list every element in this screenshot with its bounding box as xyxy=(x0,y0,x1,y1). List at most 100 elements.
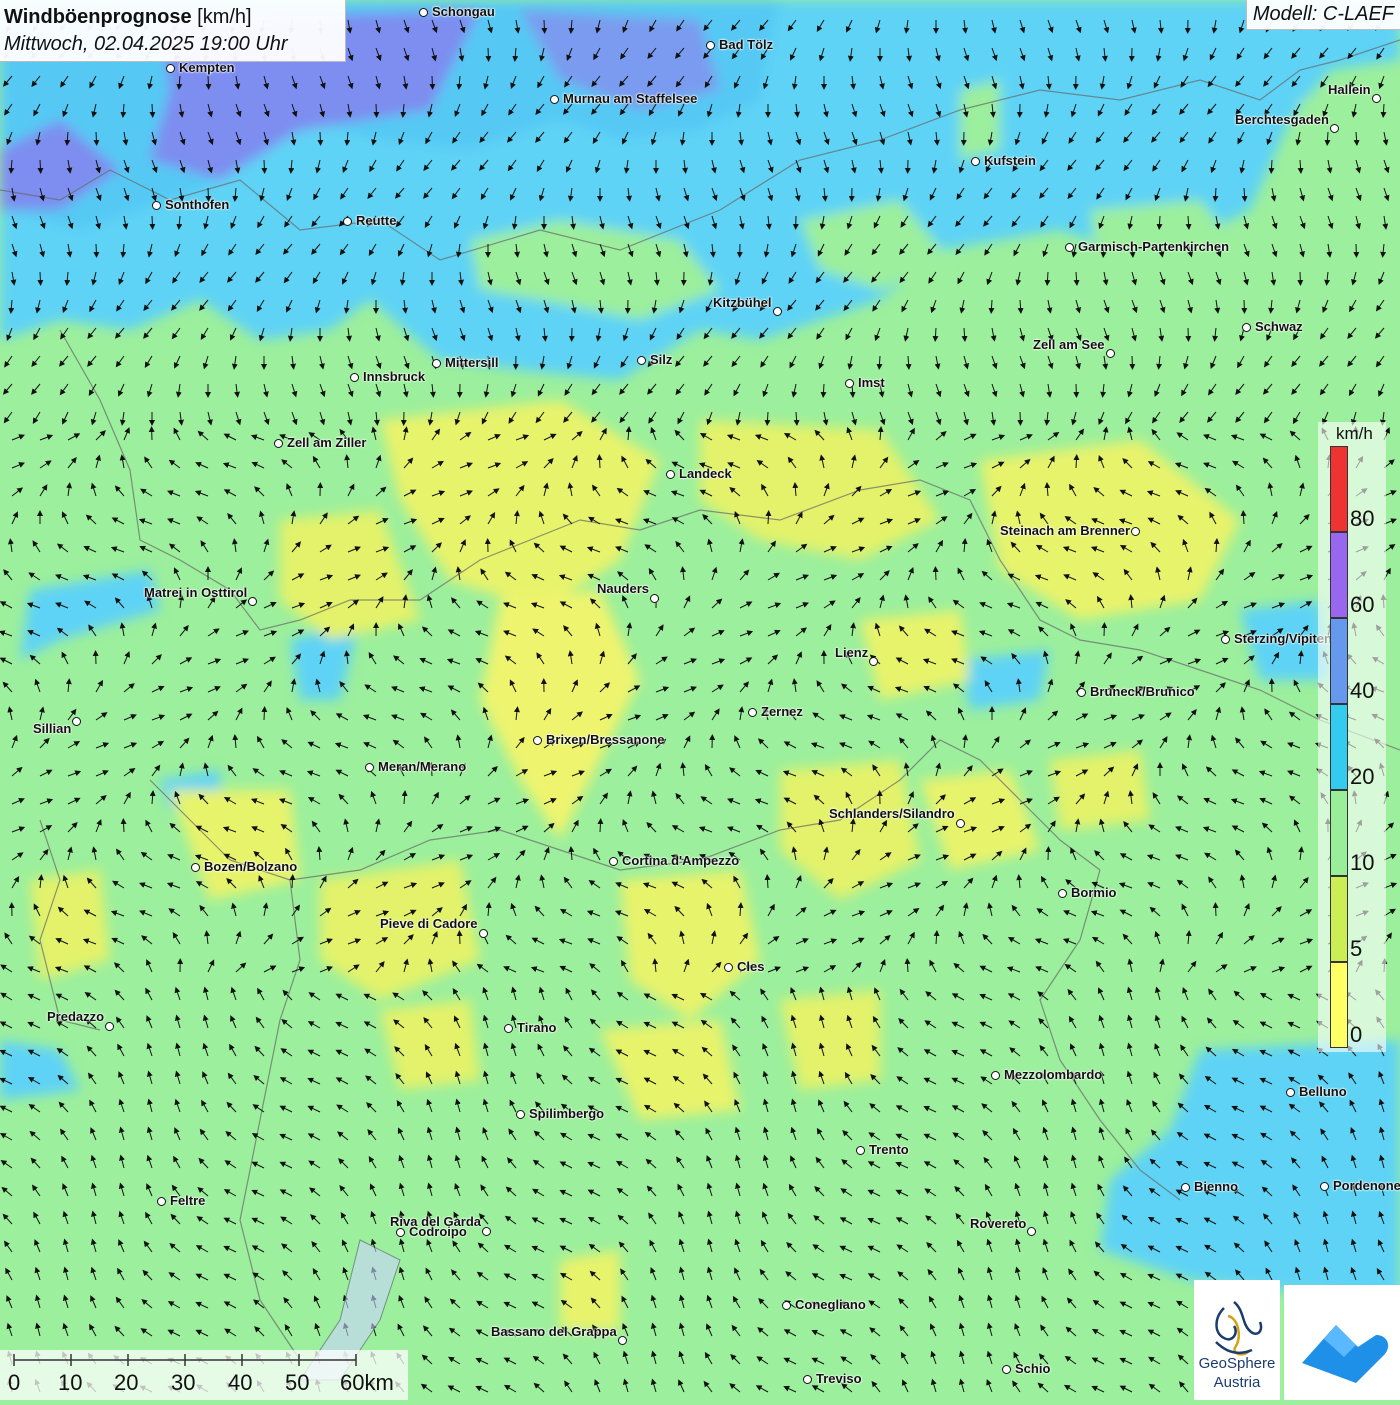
legend-swatch xyxy=(1330,962,1348,1048)
city-marker[interactable] xyxy=(706,41,715,50)
title-unit: [km/h] xyxy=(197,6,251,28)
wind-arrow xyxy=(432,76,433,87)
city-marker[interactable] xyxy=(1131,527,1140,536)
city-label: Cles xyxy=(737,959,764,974)
legend-swatch xyxy=(1330,876,1348,962)
city-marker[interactable] xyxy=(248,597,257,606)
city-marker[interactable] xyxy=(782,1301,791,1310)
city-label: Bassano del Grappa xyxy=(491,1324,617,1339)
city-marker[interactable] xyxy=(516,1110,525,1119)
city-marker[interactable] xyxy=(432,359,441,368)
wind-arrow xyxy=(935,328,936,339)
city-marker[interactable] xyxy=(72,717,81,726)
city-label: Hallein xyxy=(1328,82,1371,97)
city-marker[interactable] xyxy=(191,863,200,872)
wind-arrow xyxy=(599,457,600,468)
title-main: Windböenprognose xyxy=(4,6,192,28)
city-marker[interactable] xyxy=(1221,635,1230,644)
city-marker[interactable] xyxy=(1002,1365,1011,1374)
city-marker[interactable] xyxy=(971,157,980,166)
city-marker[interactable] xyxy=(856,1146,865,1155)
city-label: Steinach am Brenner xyxy=(1000,523,1130,538)
city-marker[interactable] xyxy=(748,708,757,717)
city-label: Matrei in Osttirol xyxy=(144,585,247,600)
wind-arrow xyxy=(823,384,824,395)
city-label: Bruneck/Brunico xyxy=(1090,684,1195,699)
scale-label: 60km xyxy=(340,1370,394,1396)
legend-tick-label: 40 xyxy=(1350,678,1374,704)
city-label: Tirano xyxy=(517,1020,557,1035)
city-label: Trento xyxy=(869,1142,909,1157)
city-marker[interactable] xyxy=(1320,1182,1329,1191)
city-label: Schongau xyxy=(432,4,495,19)
city-marker[interactable] xyxy=(396,1228,405,1237)
city-marker[interactable] xyxy=(1286,1088,1295,1097)
city-marker[interactable] xyxy=(1027,1227,1036,1236)
city-marker[interactable] xyxy=(274,439,283,448)
city-marker[interactable] xyxy=(618,1336,627,1345)
city-marker[interactable] xyxy=(157,1197,166,1206)
city-marker[interactable] xyxy=(650,594,659,603)
city-marker[interactable] xyxy=(365,763,374,772)
city-marker[interactable] xyxy=(152,201,161,210)
city-marker[interactable] xyxy=(419,8,428,17)
city-label: Bozen/Bolzano xyxy=(204,859,297,874)
city-marker[interactable] xyxy=(350,373,359,382)
city-marker[interactable] xyxy=(166,64,175,73)
city-marker[interactable] xyxy=(773,307,782,316)
geosphere-logo[interactable]: GeoSphere Austria xyxy=(1194,1280,1280,1400)
legend-tick-label: 0 xyxy=(1350,1022,1362,1048)
legend-swatch xyxy=(1330,704,1348,790)
city-marker[interactable] xyxy=(533,736,542,745)
wind-arrow xyxy=(40,160,41,171)
city-marker[interactable] xyxy=(666,470,675,479)
wind-arrow xyxy=(264,709,265,720)
wind-arrow xyxy=(879,356,880,367)
city-marker[interactable] xyxy=(105,1022,114,1031)
scale-label: 30 xyxy=(171,1370,195,1396)
city-label: Imst xyxy=(858,375,885,390)
city-marker[interactable] xyxy=(1077,688,1086,697)
city-label: Murnau am Staffelsee xyxy=(563,91,697,106)
city-marker[interactable] xyxy=(1372,94,1381,103)
wind-arrow xyxy=(488,48,489,59)
city-marker[interactable] xyxy=(479,929,488,938)
wind-arrow xyxy=(936,569,937,580)
city-marker[interactable] xyxy=(1058,889,1067,898)
city-label: Lienz xyxy=(835,645,868,660)
wind-arrow xyxy=(1271,160,1272,171)
legend-unit: km/h xyxy=(1336,424,1373,444)
legend-tick-label: 20 xyxy=(1350,764,1374,790)
city-marker[interactable] xyxy=(956,819,965,828)
city-marker[interactable] xyxy=(991,1071,1000,1080)
city-marker[interactable] xyxy=(609,857,618,866)
wind-arrow xyxy=(123,821,124,832)
city-marker[interactable] xyxy=(1065,243,1074,252)
geosphere-country: Austria xyxy=(1194,1374,1280,1391)
city-marker[interactable] xyxy=(803,1375,812,1384)
city-label: Rovereto xyxy=(970,1216,1026,1231)
city-marker[interactable] xyxy=(550,95,559,104)
city-marker[interactable] xyxy=(845,379,854,388)
app-logo[interactable] xyxy=(1284,1285,1400,1400)
wind-arrow xyxy=(96,244,97,255)
city-marker[interactable] xyxy=(504,1024,513,1033)
city-marker[interactable] xyxy=(343,217,352,226)
city-label: Berchtesgaden xyxy=(1235,112,1329,127)
city-marker[interactable] xyxy=(724,963,733,972)
city-marker[interactable] xyxy=(1330,124,1339,133)
wind-arrow xyxy=(1159,216,1160,227)
city-marker[interactable] xyxy=(1242,323,1251,332)
city-marker[interactable] xyxy=(637,356,646,365)
city-marker[interactable] xyxy=(869,657,878,666)
city-marker[interactable] xyxy=(1106,349,1115,358)
city-label: Garmisch-Partenkirchen xyxy=(1078,239,1229,254)
city-marker[interactable] xyxy=(1181,1183,1190,1192)
scale-label: 50 xyxy=(285,1370,309,1396)
city-label: Nauders xyxy=(597,581,649,596)
city-marker[interactable] xyxy=(482,1227,491,1236)
scale-label: 20 xyxy=(114,1370,138,1396)
city-label: Bad Tölz xyxy=(719,37,773,52)
legend-tick-label: 80 xyxy=(1350,506,1374,532)
wind-arrow xyxy=(320,132,321,143)
